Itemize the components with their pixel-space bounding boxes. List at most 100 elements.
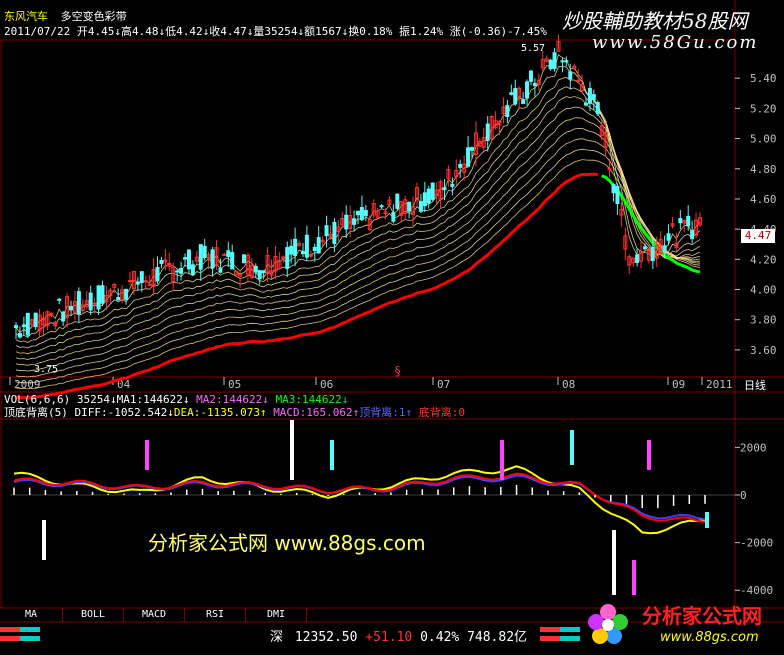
status-meter [540, 627, 560, 632]
candle-body [485, 123, 490, 141]
candle-body [289, 245, 294, 255]
close-label: 收4.47↓ [209, 25, 254, 38]
candle-body [96, 285, 101, 310]
candle-body [57, 298, 62, 301]
tab-boll[interactable]: BOLL [63, 608, 124, 622]
divergence-column [612, 530, 616, 595]
divergence-column [647, 440, 651, 470]
candle-body [61, 311, 66, 322]
candle-body [210, 249, 215, 269]
candle-body [352, 218, 357, 225]
status-meter [20, 636, 40, 641]
ribbon-line [15, 127, 701, 372]
candle-body [25, 312, 30, 336]
macd-indicator-name: 顶底背离(5) [4, 406, 68, 419]
candle-body [332, 221, 337, 244]
tab-macd[interactable]: MACD [124, 608, 185, 622]
price-tick-label: 4.80 [750, 163, 777, 176]
candle-body [312, 246, 317, 252]
low-marker-label: 3.75 [34, 364, 59, 375]
candle-body [690, 230, 695, 240]
dea-line [13, 472, 706, 523]
status-bar: 深 12352.50 +51.10 0.42% 748.82亿 [270, 626, 527, 645]
candle-body [379, 205, 384, 208]
candle-body [591, 94, 596, 100]
period-label[interactable]: 日线 [744, 379, 766, 392]
index-turnover: 748.82亿 [467, 630, 528, 645]
dea-label: DEA:-1135.073↑ [173, 406, 267, 419]
candle-body [442, 187, 447, 191]
candle-body [198, 244, 203, 270]
divergence-column [705, 512, 709, 528]
tab-rsi[interactable]: RSI [185, 608, 246, 622]
date-label: 2011/07/22 [4, 25, 71, 38]
candle-body [202, 245, 207, 259]
candle-body [257, 270, 262, 280]
change-label: 涨(-0.36)-7.45% [449, 25, 547, 38]
date-tick-label: 05 [228, 378, 241, 391]
candle-body [88, 292, 93, 311]
candle-body [584, 102, 588, 106]
candle-body [521, 99, 526, 104]
ma3-label: MA3:144622↓ [275, 393, 349, 406]
price-tick-label: 4.60 [750, 193, 777, 206]
date-tick-label: 07 [437, 378, 450, 391]
watermark-mid-text: 分析家公式网 www.88gs.com [148, 531, 426, 555]
candle-body [304, 234, 309, 258]
status-meter [0, 627, 20, 632]
divergence-column [632, 560, 636, 595]
ribbon-line [15, 159, 701, 390]
macd-tick-label: 0 [740, 489, 747, 502]
candle-body [218, 268, 223, 273]
bottom-divergence-label: 底背离:0 [418, 406, 466, 419]
candle-body [450, 183, 455, 187]
candle-body [564, 60, 569, 63]
candle-body [662, 245, 667, 253]
ribbon-line [15, 117, 701, 366]
candle-body [552, 52, 557, 69]
stock-chart[interactable]: 3.603.804.004.204.404.604.805.005.205.40… [0, 0, 784, 655]
candle-body [139, 271, 144, 284]
candle-body [69, 305, 74, 311]
macd-tick-label: -2000 [740, 537, 773, 550]
macd-header: 顶底背离(5) DIFF:-1052.542↓DEA:-1135.073↑ MA… [4, 406, 465, 419]
candle-body [611, 184, 616, 194]
stock-name: 东风汽车 [4, 10, 48, 23]
candle-body [17, 333, 22, 338]
candle-body [222, 253, 227, 256]
macd-tick-label: -4000 [740, 584, 773, 597]
status-meter [20, 627, 40, 632]
candle-body [147, 283, 152, 286]
candle-body [230, 252, 235, 270]
volume-label: 量35254↓ [253, 25, 305, 38]
candle-body [324, 225, 329, 237]
candle-body [532, 83, 537, 87]
candle-body [430, 182, 435, 200]
candle-body [528, 70, 533, 82]
candle-body [344, 214, 349, 230]
status-meter [0, 636, 20, 641]
date-tick-label: 08 [562, 378, 575, 391]
divergence-column [145, 440, 149, 470]
macd-label: MACD:165.062↑ [273, 406, 360, 419]
candle-body [116, 297, 121, 301]
candle-body [261, 270, 266, 274]
candle-body [576, 80, 581, 83]
price-tick-label: 5.00 [750, 133, 777, 146]
tab-ma[interactable]: MA [0, 608, 63, 622]
candle-body [505, 105, 510, 117]
candle-body [14, 325, 18, 329]
candle-body [300, 250, 305, 255]
ribbon-line [15, 106, 701, 360]
candle-body [426, 188, 431, 204]
candle-body [285, 247, 290, 269]
tab-dmi[interactable]: DMI [246, 608, 307, 622]
ma1-label: MA1:144622↓ [116, 393, 190, 406]
macd-tick-label: 2000 [740, 441, 767, 454]
divergence-column [570, 430, 574, 465]
candle-body [407, 201, 412, 212]
flower-logo-icon [588, 604, 628, 644]
index-value: 12352.50 [294, 630, 358, 645]
candle-body [509, 92, 514, 95]
candle-body [128, 280, 132, 283]
